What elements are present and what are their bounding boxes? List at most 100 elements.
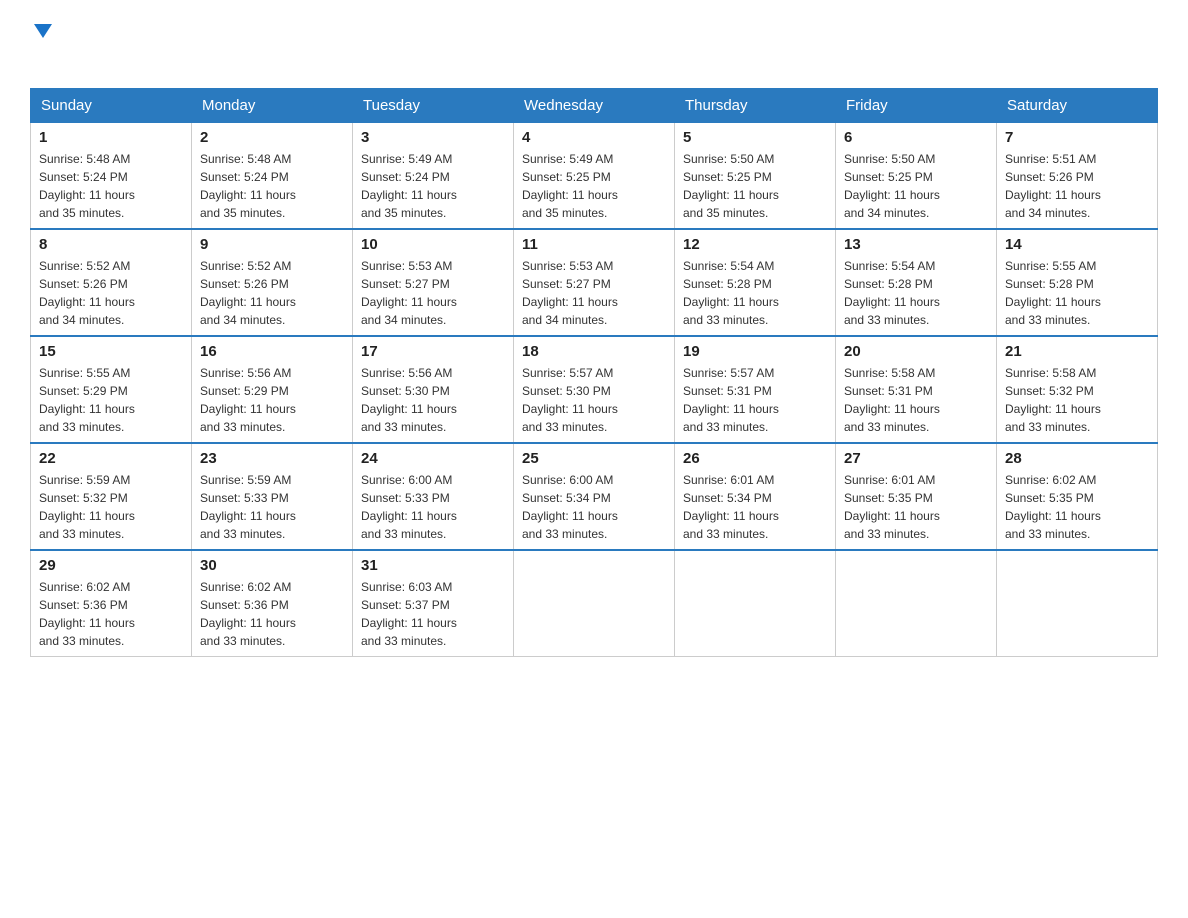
calendar-cell: 26Sunrise: 6:01 AMSunset: 5:34 PMDayligh… (675, 443, 836, 550)
day-number: 30 (200, 557, 344, 574)
calendar-cell: 17Sunrise: 5:56 AMSunset: 5:30 PMDayligh… (353, 336, 514, 443)
day-number: 27 (844, 450, 988, 467)
day-info: Sunrise: 5:54 AMSunset: 5:28 PMDaylight:… (683, 257, 827, 329)
calendar-cell: 3 Sunrise: 5:49 AMSunset: 5:24 PMDaylight… (353, 123, 514, 230)
day-info: Sunrise: 6:02 AMSunset: 5:36 PMDaylight:… (200, 578, 344, 650)
day-number: 25 (522, 450, 666, 467)
calendar-cell: 31 Sunrise: 6:03 AMSunset: 5:37 PMDayligh… (353, 550, 514, 657)
day-number: 28 (1005, 450, 1149, 467)
day-info: Sunrise: 5:52 AMSunset: 5:26 PMDaylight:… (200, 257, 344, 329)
calendar-cell: 14 Sunrise: 5:55 AMSunset: 5:28 PMDayligh… (997, 229, 1158, 336)
calendar-header-row: SundayMondayTuesdayWednesdayThursdayFrid… (31, 89, 1158, 123)
calendar-cell: 18 Sunrise: 5:57 AMSunset: 5:30 PMDayligh… (514, 336, 675, 443)
day-info: Sunrise: 5:49 AMSunset: 5:24 PMDaylight:… (361, 150, 505, 222)
day-info: Sunrise: 5:59 AMSunset: 5:33 PMDaylight:… (200, 471, 344, 543)
day-info: Sunrise: 6:02 AMSunset: 5:36 PMDaylight:… (39, 578, 183, 650)
day-info: Sunrise: 5:56 AMSunset: 5:29 PMDaylight:… (200, 364, 344, 436)
calendar-cell: 7 Sunrise: 5:51 AMSunset: 5:26 PMDaylight… (997, 123, 1158, 230)
calendar-cell: 28Sunrise: 6:02 AMSunset: 5:35 PMDayligh… (997, 443, 1158, 550)
calendar-week-row: 22Sunrise: 5:59 AMSunset: 5:32 PMDayligh… (31, 443, 1158, 550)
calendar-cell: 15Sunrise: 5:55 AMSunset: 5:29 PMDayligh… (31, 336, 192, 443)
calendar-cell: 1 Sunrise: 5:48 AMSunset: 5:24 PMDaylight… (31, 123, 192, 230)
day-info: Sunrise: 5:52 AMSunset: 5:26 PMDaylight:… (39, 257, 183, 329)
day-number: 24 (361, 450, 505, 467)
day-info: Sunrise: 5:49 AMSunset: 5:25 PMDaylight:… (522, 150, 666, 222)
calendar-cell: 10Sunrise: 5:53 AMSunset: 5:27 PMDayligh… (353, 229, 514, 336)
calendar-week-row: 1 Sunrise: 5:48 AMSunset: 5:24 PMDaylight… (31, 123, 1158, 230)
calendar-cell (675, 550, 836, 657)
day-number: 16 (200, 343, 344, 360)
weekday-header-thursday: Thursday (675, 89, 836, 123)
calendar-cell: 29 Sunrise: 6:02 AMSunset: 5:36 PMDayligh… (31, 550, 192, 657)
weekday-header-wednesday: Wednesday (514, 89, 675, 123)
day-number: 9 (200, 236, 344, 253)
day-number: 20 (844, 343, 988, 360)
calendar-cell (514, 550, 675, 657)
day-number: 18 (522, 343, 666, 360)
calendar-cell: 20 Sunrise: 5:58 AMSunset: 5:31 PMDayligh… (836, 336, 997, 443)
calendar-cell: 24 Sunrise: 6:00 AMSunset: 5:33 PMDayligh… (353, 443, 514, 550)
day-number: 2 (200, 129, 344, 146)
calendar-cell: 6Sunrise: 5:50 AMSunset: 5:25 PMDaylight… (836, 123, 997, 230)
day-number: 10 (361, 236, 505, 253)
day-number: 21 (1005, 343, 1149, 360)
day-info: Sunrise: 5:50 AMSunset: 5:25 PMDaylight:… (844, 150, 988, 222)
day-number: 8 (39, 236, 183, 253)
calendar-cell: 13 Sunrise: 5:54 AMSunset: 5:28 PMDayligh… (836, 229, 997, 336)
weekday-header-monday: Monday (192, 89, 353, 123)
logo-arrow-icon (32, 20, 54, 47)
calendar-cell: 25 Sunrise: 6:00 AMSunset: 5:34 PMDayligh… (514, 443, 675, 550)
calendar-cell: 27 Sunrise: 6:01 AMSunset: 5:35 PMDayligh… (836, 443, 997, 550)
day-info: Sunrise: 5:58 AMSunset: 5:31 PMDaylight:… (844, 364, 988, 436)
day-info: Sunrise: 5:57 AMSunset: 5:30 PMDaylight:… (522, 364, 666, 436)
day-number: 5 (683, 129, 827, 146)
calendar-cell: 30 Sunrise: 6:02 AMSunset: 5:36 PMDayligh… (192, 550, 353, 657)
day-number: 3 (361, 129, 505, 146)
weekday-header-saturday: Saturday (997, 89, 1158, 123)
day-info: Sunrise: 5:54 AMSunset: 5:28 PMDaylight:… (844, 257, 988, 329)
day-number: 13 (844, 236, 988, 253)
day-info: Sunrise: 5:51 AMSunset: 5:26 PMDaylight:… (1005, 150, 1149, 222)
day-info: Sunrise: 5:55 AMSunset: 5:28 PMDaylight:… (1005, 257, 1149, 329)
day-info: Sunrise: 5:48 AMSunset: 5:24 PMDaylight:… (39, 150, 183, 222)
day-number: 23 (200, 450, 344, 467)
day-info: Sunrise: 6:03 AMSunset: 5:37 PMDaylight:… (361, 578, 505, 650)
calendar-cell: 4 Sunrise: 5:49 AMSunset: 5:25 PMDaylight… (514, 123, 675, 230)
day-number: 15 (39, 343, 183, 360)
day-number: 7 (1005, 129, 1149, 146)
calendar-cell: 19Sunrise: 5:57 AMSunset: 5:31 PMDayligh… (675, 336, 836, 443)
day-number: 12 (683, 236, 827, 253)
day-info: Sunrise: 5:53 AMSunset: 5:27 PMDaylight:… (522, 257, 666, 329)
calendar-cell: 12 Sunrise: 5:54 AMSunset: 5:28 PMDayligh… (675, 229, 836, 336)
day-number: 4 (522, 129, 666, 146)
day-number: 19 (683, 343, 827, 360)
calendar-cell: 21Sunrise: 5:58 AMSunset: 5:32 PMDayligh… (997, 336, 1158, 443)
calendar-cell: 5 Sunrise: 5:50 AMSunset: 5:25 PMDaylight… (675, 123, 836, 230)
calendar-cell: 8 Sunrise: 5:52 AMSunset: 5:26 PMDaylight… (31, 229, 192, 336)
day-info: Sunrise: 5:56 AMSunset: 5:30 PMDaylight:… (361, 364, 505, 436)
calendar-week-row: 15Sunrise: 5:55 AMSunset: 5:29 PMDayligh… (31, 336, 1158, 443)
day-info: Sunrise: 5:50 AMSunset: 5:25 PMDaylight:… (683, 150, 827, 222)
day-number: 1 (39, 129, 183, 146)
day-number: 11 (522, 236, 666, 253)
day-number: 29 (39, 557, 183, 574)
weekday-header-tuesday: Tuesday (353, 89, 514, 123)
calendar-cell: 23 Sunrise: 5:59 AMSunset: 5:33 PMDayligh… (192, 443, 353, 550)
calendar-week-row: 8 Sunrise: 5:52 AMSunset: 5:26 PMDaylight… (31, 229, 1158, 336)
day-info: Sunrise: 6:01 AMSunset: 5:35 PMDaylight:… (844, 471, 988, 543)
page-header (30, 20, 1158, 78)
calendar-week-row: 29 Sunrise: 6:02 AMSunset: 5:36 PMDayligh… (31, 550, 1158, 657)
calendar-cell: 11 Sunrise: 5:53 AMSunset: 5:27 PMDayligh… (514, 229, 675, 336)
day-info: Sunrise: 5:59 AMSunset: 5:32 PMDaylight:… (39, 471, 183, 543)
day-number: 14 (1005, 236, 1149, 253)
calendar-cell (836, 550, 997, 657)
day-info: Sunrise: 5:48 AMSunset: 5:24 PMDaylight:… (200, 150, 344, 222)
logo (30, 20, 54, 78)
calendar-cell: 22Sunrise: 5:59 AMSunset: 5:32 PMDayligh… (31, 443, 192, 550)
weekday-header-friday: Friday (836, 89, 997, 123)
day-info: Sunrise: 6:00 AMSunset: 5:34 PMDaylight:… (522, 471, 666, 543)
calendar-table: SundayMondayTuesdayWednesdayThursdayFrid… (30, 88, 1158, 657)
calendar-cell: 16 Sunrise: 5:56 AMSunset: 5:29 PMDayligh… (192, 336, 353, 443)
day-info: Sunrise: 6:00 AMSunset: 5:33 PMDaylight:… (361, 471, 505, 543)
day-number: 31 (361, 557, 505, 574)
